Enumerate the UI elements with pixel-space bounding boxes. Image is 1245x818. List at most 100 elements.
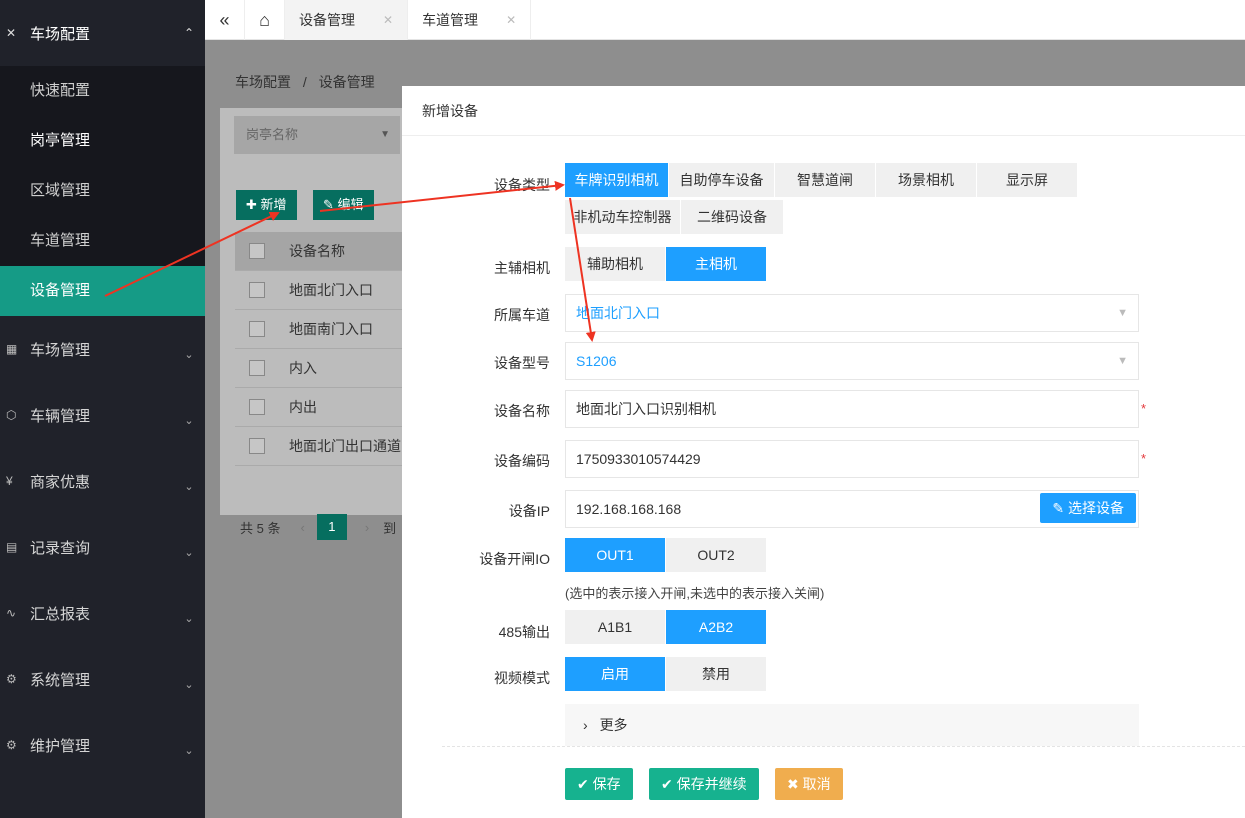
sub-item-device[interactable]: 设备管理 (0, 266, 205, 316)
choose-device-button[interactable]: ✎ 选择设备 (1040, 493, 1136, 523)
video-mode-disable[interactable]: 禁用 (666, 657, 766, 691)
nav-label: 维护管理 (30, 737, 91, 755)
nav-parking-config[interactable]: ✕ 车场配置 ⌃ (0, 0, 205, 66)
device-type-lpr-camera[interactable]: 车牌识别相机 (565, 163, 668, 197)
goto-label: 到 (383, 520, 397, 536)
device-ip-input[interactable]: 192.168.168.168 ✎ 选择设备 (565, 490, 1139, 528)
nav-reports[interactable]: ∿ 汇总报表 ⌄ (0, 580, 205, 646)
rs485-a2b2[interactable]: A2B2 (666, 610, 766, 644)
device-type-nonmotor-controller[interactable]: 非机动车控制器 (565, 200, 680, 234)
row-checkbox[interactable] (249, 438, 265, 454)
sub-item-area[interactable]: 区域管理 (0, 166, 205, 216)
tab-device-manage[interactable]: 设备管理 ✕ (285, 0, 409, 40)
pulse-icon: ∿ (6, 606, 17, 620)
device-type-smart-gate[interactable]: 智慧道闸 (775, 163, 875, 197)
device-type-self-service[interactable]: 自助停车设备 (669, 163, 774, 197)
gate-io-out2[interactable]: OUT2 (666, 538, 766, 572)
row-checkbox[interactable] (249, 321, 265, 337)
save-continue-label: 保存并继续 (676, 776, 747, 792)
nav-merchant[interactable]: ¥ 商家优惠 ⌄ (0, 448, 205, 514)
device-code-input[interactable]: 1750933010574429 (565, 440, 1139, 478)
device-name-input[interactable]: 地面北门入口识别相机 (565, 390, 1139, 428)
page-number[interactable]: 1 (316, 514, 347, 540)
list-card: 岗亭名称 ▼ ✚ 新增 ✎ 编辑 设备名称 地面北门入口 地面南门入口 内入 内… (220, 108, 410, 540)
nav-parking-manage[interactable]: ▦ 车场管理 ⌄ (0, 316, 205, 382)
device-ip-label: 设备IP (508, 503, 550, 519)
device-type-qrcode[interactable]: 二维码设备 (681, 200, 783, 234)
table-row[interactable]: 内出 (235, 388, 410, 427)
next-page-icon[interactable]: › (365, 520, 369, 535)
row-name: 内出 (289, 399, 317, 415)
row-name: 地面北门入口 (289, 282, 373, 298)
camera-role-main[interactable]: 主相机 (666, 247, 766, 281)
submenu: 快速配置 岗亭管理 区域管理 车道管理 设备管理 (0, 66, 205, 316)
tab-label: 车道管理 (422, 12, 479, 28)
required-mark: * (1141, 401, 1147, 416)
home-icon: ⌂ (259, 9, 270, 30)
tab-lane-manage[interactable]: 车道管理 ✕ (408, 0, 532, 40)
save-button[interactable]: ✔ 保存 (565, 768, 633, 800)
choose-device-label: 选择设备 (1068, 500, 1124, 516)
rs485-a1b1[interactable]: A1B1 (565, 610, 665, 644)
total-count: 共 5 条 (240, 520, 281, 536)
table-row[interactable]: 地面南门入口 (235, 310, 410, 349)
cancel-button[interactable]: ✖ 取消 (775, 768, 843, 800)
nav-records[interactable]: ▤ 记录查询 ⌄ (0, 514, 205, 580)
grid-icon: ▦ (6, 342, 18, 356)
add-button[interactable]: ✚ 新增 (236, 190, 297, 220)
video-mode-enable[interactable]: 启用 (565, 657, 665, 691)
dialog-title: 新增设备 (402, 86, 1245, 136)
caret-down-icon: ▼ (380, 129, 390, 140)
edit-button[interactable]: ✎ 编辑 (313, 190, 374, 220)
tab-label: 设备管理 (299, 12, 355, 28)
table-header: 设备名称 (235, 232, 410, 271)
device-type-display[interactable]: 显示屏 (977, 163, 1077, 197)
rs485-label: 485输出 (498, 624, 550, 640)
pagination: 共 5 条 ‹ 1 › 到 (240, 514, 396, 540)
row-checkbox[interactable] (249, 360, 265, 376)
caret-down-icon: ▼ (1117, 355, 1128, 367)
booth-select[interactable]: 岗亭名称 ▼ (234, 116, 400, 154)
nav-label: 车辆管理 (30, 407, 91, 425)
camera-role-auxiliary[interactable]: 辅助相机 (565, 247, 665, 281)
nav-vehicle-manage[interactable]: ⬡ 车辆管理 ⌄ (0, 382, 205, 448)
table-row[interactable]: 地面北门入口 (235, 271, 410, 310)
device-name-value: 地面北门入口识别相机 (576, 401, 716, 417)
double-chevron-left-icon: « (219, 9, 230, 30)
row-checkbox[interactable] (249, 399, 265, 415)
more-collapse[interactable]: › 更多 (565, 704, 1139, 746)
row-checkbox[interactable] (249, 282, 265, 298)
collapse-sidebar-button[interactable]: « (205, 0, 245, 40)
lane-select[interactable]: 地面北门入口 ▼ (565, 294, 1139, 332)
chevron-down-icon: ⌄ (184, 678, 194, 691)
select-all-checkbox[interactable] (249, 243, 265, 259)
model-select[interactable]: S1206 ▼ (565, 342, 1139, 380)
caret-down-icon: ▼ (1117, 307, 1128, 319)
edit-label: 编辑 (337, 197, 364, 212)
device-type-group: 车牌识别相机 自助停车设备 智慧道闸 场景相机 显示屏 非机动车控制器 二维码设… (565, 163, 1085, 234)
home-button[interactable]: ⌂ (245, 0, 285, 40)
video-mode-group: 启用 禁用 (565, 657, 767, 691)
save-continue-button[interactable]: ✔ 保存并继续 (649, 768, 759, 800)
more-label: 更多 (599, 717, 628, 733)
video-mode-label: 视频模式 (494, 670, 550, 686)
close-icon[interactable]: ✕ (383, 13, 393, 27)
close-icon: ✖ (787, 776, 799, 792)
cancel-label: 取消 (802, 776, 831, 792)
clipboard-icon: ▤ (6, 540, 18, 554)
breadcrumb-root[interactable]: 车场配置 (235, 74, 291, 90)
nav-system[interactable]: ⚙ 系统管理 ⌄ (0, 646, 205, 712)
sub-item-lane[interactable]: 车道管理 (0, 216, 205, 266)
save-label: 保存 (592, 776, 621, 792)
prev-page-icon[interactable]: ‹ (300, 520, 304, 535)
table-row[interactable]: 内入 (235, 349, 410, 388)
device-type-scene-camera[interactable]: 场景相机 (876, 163, 976, 197)
close-icon[interactable]: ✕ (506, 13, 516, 27)
sub-item-quick-config[interactable]: 快速配置 (0, 66, 205, 116)
device-type-label: 设备类型 (494, 177, 550, 193)
gate-io-out1[interactable]: OUT1 (565, 538, 665, 572)
table-row[interactable]: 地面北门出口通道 (235, 427, 410, 466)
chevron-down-icon: ⌄ (184, 612, 194, 625)
sub-item-booth[interactable]: 岗亭管理 (0, 116, 205, 166)
nav-maintenance[interactable]: ⚙ 维护管理 ⌄ (0, 712, 205, 778)
